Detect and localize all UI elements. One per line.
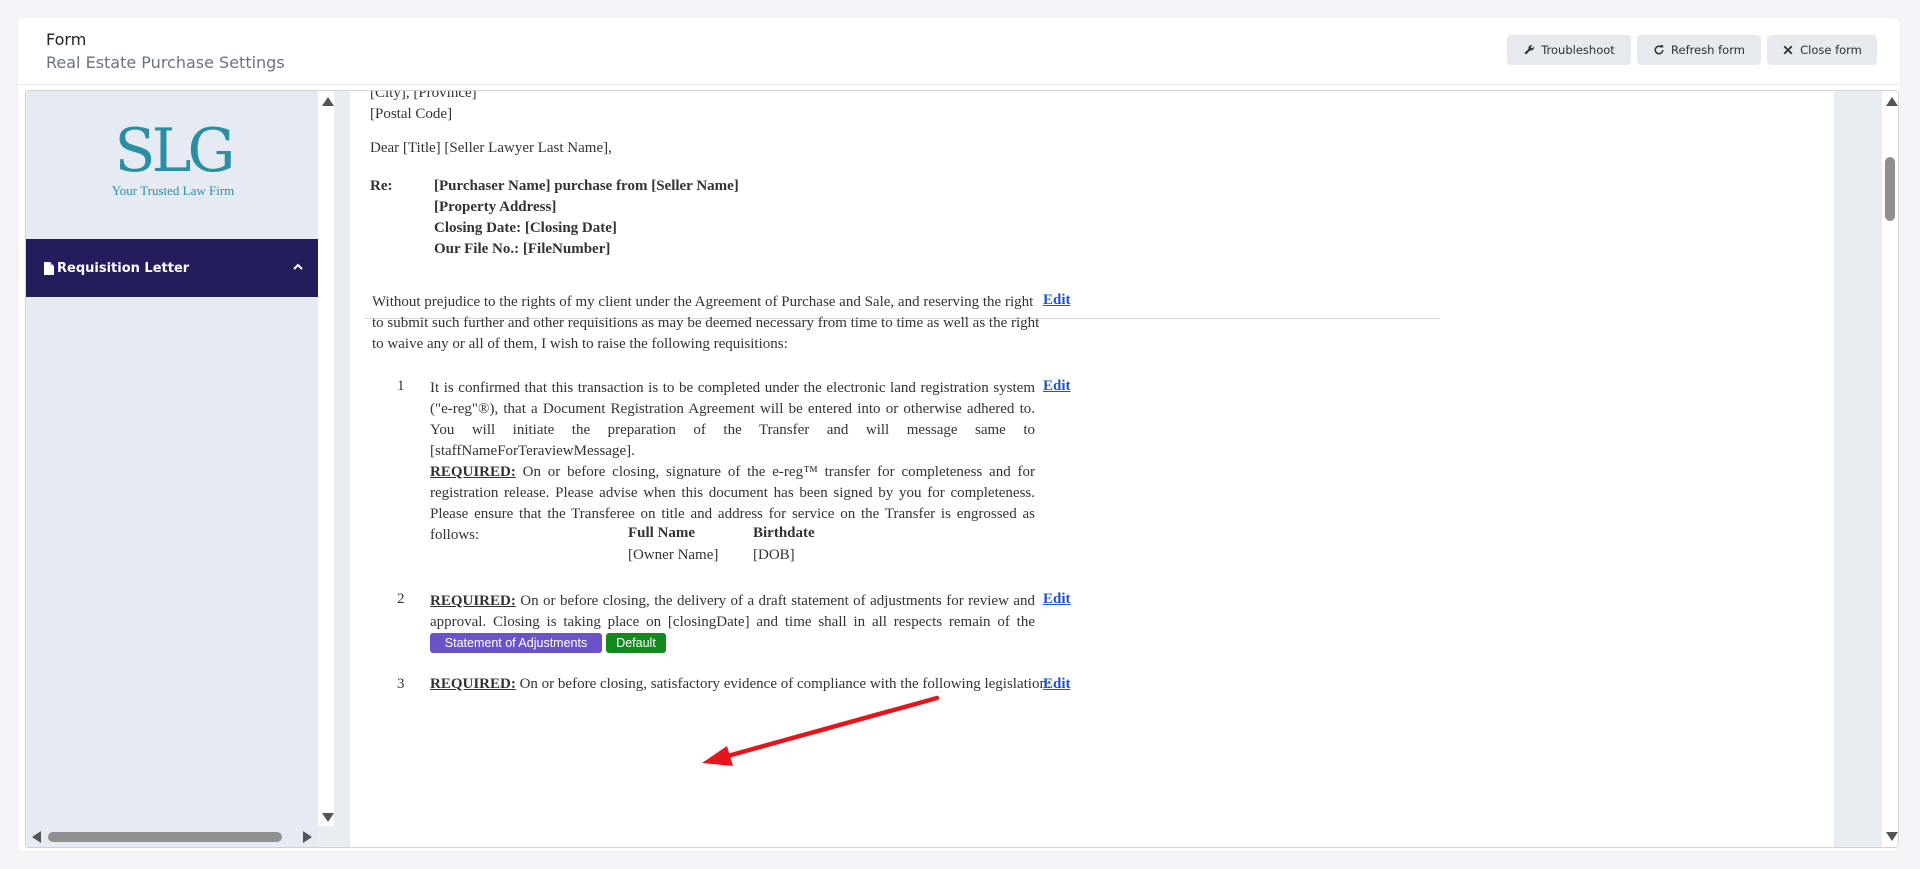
re-line: [Property Address] [434, 199, 557, 215]
address-line: [Postal Code] [370, 106, 453, 122]
sidebar: SLG Your Trusted Law Firm Requisition Le… [26, 91, 318, 847]
re-label: Re: [370, 178, 393, 194]
table-cell-dob: [DOB] [753, 547, 795, 563]
sidebar-vertical-scrollbar[interactable] [318, 91, 334, 826]
item-required-paragraph: REQUIRED: On or before closing, satisfac… [430, 676, 1051, 693]
form-header: Form Real Estate Purchase Settings Troub… [18, 18, 1900, 85]
vertical-scroll-thumb[interactable] [1885, 157, 1895, 221]
re-line: Closing Date: [Closing Date] [434, 220, 617, 236]
chevron-up-icon[interactable] [292, 261, 304, 273]
sidebar-item-label: Requisition Letter [57, 260, 190, 276]
page-subtitle: Real Estate Purchase Settings [46, 53, 285, 72]
table-header-birthdate: Birthdate [753, 525, 815, 541]
document-scroll-down-icon[interactable] [1886, 832, 1898, 841]
page-title: Form [46, 30, 87, 49]
table-cell-owner-name: [Owner Name] [628, 547, 719, 563]
requisition-letter-document: [City], [Province] [Postal Code] Dear [T… [350, 91, 1834, 847]
close-form-button[interactable]: Close form [1767, 35, 1877, 65]
horizontal-scroll-thumb[interactable] [48, 832, 282, 842]
refresh-form-button[interactable]: Refresh form [1637, 35, 1761, 65]
document-area: [City], [Province] [Postal Code] Dear [T… [334, 91, 1874, 847]
required-label: REQUIRED: [430, 464, 516, 480]
troubleshoot-button[interactable]: Troubleshoot [1507, 35, 1631, 65]
document-scroll-up-icon[interactable] [1886, 97, 1898, 106]
document-icon [44, 261, 54, 275]
edit-item-1-link[interactable]: Edit [1043, 378, 1071, 395]
scroll-right-icon[interactable] [303, 831, 312, 843]
required-text: On or before closing, signature of the e… [430, 464, 1036, 543]
close-form-label: Close form [1800, 43, 1862, 57]
edit-item-2-link[interactable]: Edit [1043, 591, 1071, 608]
form-frame: SLG Your Trusted Law Firm Requisition Le… [25, 90, 1899, 848]
firm-logo: SLG Your Trusted Law Firm [98, 121, 248, 199]
tag-default[interactable]: Default [606, 633, 666, 653]
refresh-form-label: Refresh form [1671, 43, 1745, 57]
item-number: 1 [397, 378, 405, 394]
edit-item-3-link[interactable]: Edit [1043, 676, 1071, 693]
sidebar-scroll-down-icon[interactable] [322, 813, 334, 822]
item-number: 2 [397, 591, 405, 607]
logo-tagline: Your Trusted Law Firm [111, 183, 235, 198]
scroll-left-icon[interactable] [32, 831, 41, 843]
logo-text: SLG [114, 116, 236, 186]
wrench-icon [1524, 44, 1535, 55]
required-label: REQUIRED: [430, 676, 516, 692]
item-text: It is confirmed that this transaction is… [430, 380, 1035, 459]
re-line: [Purchaser Name] purchase from [Seller N… [434, 178, 739, 194]
close-icon [1783, 45, 1793, 55]
address-line: [City], [Province] [370, 91, 477, 101]
required-text: On or before closing, satisfactory evide… [519, 676, 1052, 692]
intro-paragraph: Without prejudice to the rights of my cl… [372, 294, 1040, 352]
edit-intro-link[interactable]: Edit [1043, 292, 1071, 309]
re-line: Our File No.: [FileNumber] [434, 241, 611, 257]
tag-statement-of-adjustments[interactable]: Statement of Adjustments [430, 633, 602, 653]
form-card: Form Real Estate Purchase Settings Troub… [18, 18, 1900, 851]
troubleshoot-label: Troubleshoot [1541, 43, 1615, 57]
item-required-paragraph: REQUIRED: On or before closing, signatur… [430, 462, 1035, 546]
sidebar-item-requisition-letter[interactable]: Requisition Letter [26, 239, 318, 297]
salutation: Dear [Title] [Seller Lawyer Last Name], [370, 140, 612, 156]
required-label: REQUIRED: [430, 593, 516, 609]
table-header-full-name: Full Name [628, 525, 696, 541]
item-number: 3 [397, 676, 405, 692]
sidebar-scroll-up-icon[interactable] [322, 97, 334, 106]
refresh-icon [1654, 45, 1664, 55]
